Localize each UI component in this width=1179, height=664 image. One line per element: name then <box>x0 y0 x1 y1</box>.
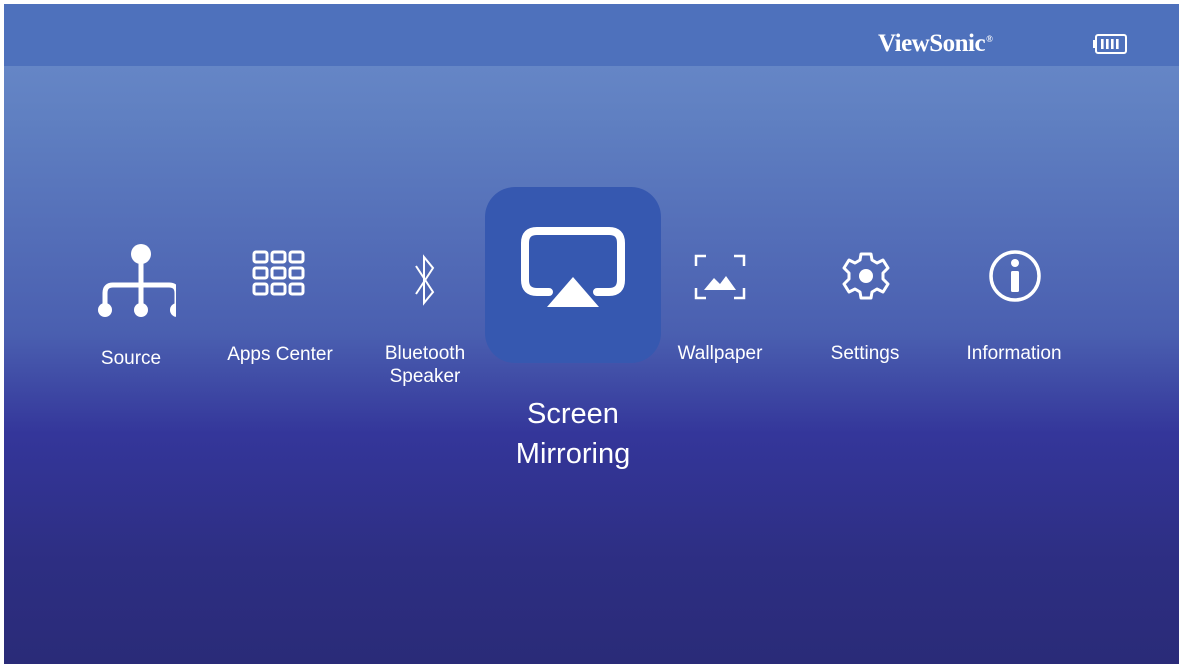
information-label: Information <box>966 343 1062 364</box>
settings-label: Settings <box>830 343 900 364</box>
top-bar: ViewSonic® <box>4 4 1179 66</box>
menu-item-information[interactable]: Information <box>952 249 1076 373</box>
source-label: Source <box>100 348 162 369</box>
launcher-screen: ViewSonic® Source Apps Center Bluetooth … <box>4 4 1179 664</box>
bluetooth-speaker-label: Bluetooth Speaker <box>384 343 466 387</box>
apps-grid-icon <box>252 250 305 296</box>
gear-icon <box>842 252 890 300</box>
source-tree-icon <box>98 244 176 317</box>
apps-center-label: Apps Center <box>227 344 333 365</box>
menu-item-source[interactable]: Source <box>76 242 186 372</box>
bluetooth-icon <box>415 254 435 306</box>
info-icon <box>989 250 1041 302</box>
brand-logo: ViewSonic® <box>878 30 993 57</box>
wallpaper-label: Wallpaper <box>677 343 763 364</box>
screen-mirroring-icon <box>521 227 625 307</box>
screen-mirroring-label: Screen Mirroring <box>515 398 631 470</box>
menu-item-screen-mirroring[interactable]: Screen Mirroring <box>485 187 661 477</box>
battery-full-icon <box>1093 34 1127 54</box>
menu-item-wallpaper[interactable]: Wallpaper <box>670 252 770 372</box>
menu-item-apps-center[interactable]: Apps Center <box>220 248 340 368</box>
menu-item-bluetooth-speaker[interactable]: Bluetooth Speaker <box>373 250 477 390</box>
wallpaper-icon <box>694 254 746 300</box>
menu-item-settings[interactable]: Settings <box>815 248 915 372</box>
